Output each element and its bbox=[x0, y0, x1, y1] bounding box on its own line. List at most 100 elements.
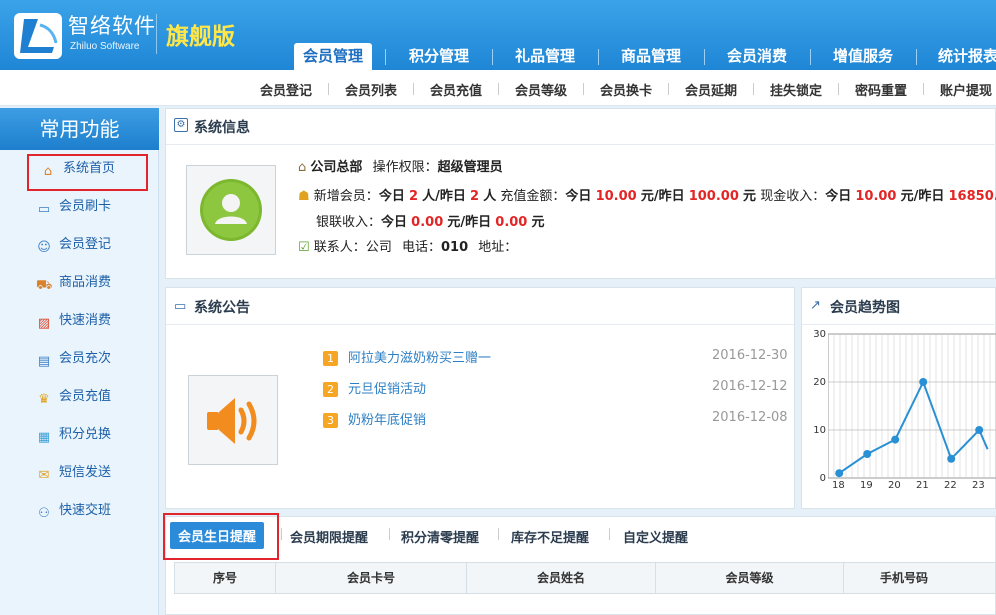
subnav-member-register[interactable]: 会员登记 bbox=[260, 80, 312, 99]
announcement-title: 系统公告 bbox=[194, 300, 250, 316]
brand-name-en: Zhiluo Software bbox=[70, 41, 140, 52]
sidebar-item-label: 短信发送 bbox=[59, 465, 112, 480]
recharge-label: 充值金额： bbox=[500, 189, 566, 204]
trend-title: 会员趋势图 bbox=[830, 300, 900, 316]
unionpay-yesterday: 0.00 bbox=[495, 215, 528, 230]
sidebar-item-shift-handover[interactable]: ⚇ 快速交班 bbox=[36, 500, 111, 522]
sidebar-item-label: 商品消费 bbox=[59, 275, 112, 290]
announcement-date: 2016-12-08 bbox=[712, 410, 788, 425]
announcement-date: 2016-12-12 bbox=[712, 379, 788, 394]
announcement-date: 2016-12-30 bbox=[712, 348, 788, 363]
sidebar-title: 常用功能 bbox=[0, 108, 159, 150]
subnav-member-list[interactable]: 会员列表 bbox=[345, 80, 397, 99]
new-member-yesterday: 2 bbox=[470, 189, 480, 204]
cash-yesterday: 16850.00 bbox=[948, 189, 996, 204]
panel-divider bbox=[166, 144, 996, 145]
unionpay-label: 银联收入： bbox=[316, 215, 382, 230]
new-member-label: 新增会员： bbox=[313, 189, 379, 204]
column-header-card-no[interactable]: 会员卡号 bbox=[276, 562, 467, 594]
column-header-member-name[interactable]: 会员姓名 bbox=[467, 562, 656, 594]
sidebar-item-points-exchange[interactable]: ▦ 积分兑换 bbox=[36, 424, 111, 446]
store-name: 公司总部 bbox=[310, 160, 363, 175]
system-info-title: 系统信息 bbox=[194, 120, 250, 136]
tab-member-consumption[interactable]: 会员消费 bbox=[716, 43, 798, 70]
tab-low-stock-reminder[interactable]: 库存不足提醒 bbox=[511, 527, 589, 546]
number-badge: 1 bbox=[323, 351, 338, 366]
today-label: 今日 bbox=[378, 189, 405, 204]
y-tick-label: 30 bbox=[813, 329, 826, 340]
subnav-password-reset[interactable]: 密码重置 bbox=[855, 80, 907, 99]
tab-product-management[interactable]: 商品管理 bbox=[610, 43, 692, 70]
stats-line: ☗ 新增会员：今日 2 人/昨日 2 人 充值金额：今日 10.00 元/昨日 … bbox=[298, 185, 996, 204]
unionpay-line: 银联收入：今日 0.00 元/昨日 0.00 元 bbox=[316, 211, 545, 230]
contact-label: 联系人： bbox=[313, 240, 366, 255]
shift-icon: ⚇ bbox=[38, 506, 50, 521]
unit-label: 元 bbox=[531, 215, 545, 230]
logo-icon bbox=[14, 13, 62, 59]
sidebar-item-sms-send[interactable]: ✉ 短信发送 bbox=[36, 462, 111, 484]
subnav-member-level[interactable]: 会员等级 bbox=[515, 80, 567, 99]
trend-chart-icon: ↗ bbox=[810, 298, 821, 313]
announcement-item[interactable]: 1 阿拉美力滋奶粉买三赠一 bbox=[323, 347, 491, 366]
announcement-item[interactable]: 3 奶粉年底促销 bbox=[323, 409, 426, 428]
sidebar-item-product-consumption[interactable]: ⛟ 商品消费 bbox=[36, 272, 111, 294]
tab-value-added-services[interactable]: 增值服务 bbox=[822, 43, 904, 70]
today-label: 今日 bbox=[565, 189, 592, 204]
tab-separator bbox=[704, 49, 705, 65]
sidebar-item-label: 会员刷卡 bbox=[59, 199, 112, 214]
subnav-separator bbox=[923, 83, 924, 95]
tab-member-management[interactable]: 会员管理 bbox=[294, 43, 372, 70]
subnav-member-recharge[interactable]: 会员充值 bbox=[430, 80, 482, 99]
tab-gift-management[interactable]: 礼品管理 bbox=[504, 43, 586, 70]
y-tick-label: 20 bbox=[813, 377, 826, 388]
subnav-member-extend[interactable]: 会员延期 bbox=[685, 80, 737, 99]
data-point bbox=[863, 450, 872, 458]
sidebar-item-recharge-count[interactable]: ▤ 会员充次 bbox=[36, 348, 111, 370]
tab-separator bbox=[389, 528, 390, 540]
speaker-image bbox=[188, 375, 278, 465]
unit-label: 元/昨日 bbox=[447, 215, 492, 230]
data-point bbox=[919, 378, 928, 386]
tab-birthday-reminder[interactable]: 会员生日提醒 bbox=[170, 522, 265, 549]
sidebar-item-member-register[interactable]: ☺ 会员登记 bbox=[36, 234, 111, 256]
tab-points-clear-reminder[interactable]: 积分清零提醒 bbox=[401, 527, 479, 546]
number-badge: 3 bbox=[323, 413, 338, 428]
permission-label: 操作权限： bbox=[372, 160, 438, 175]
tab-separator bbox=[385, 49, 386, 65]
column-header-index[interactable]: 序号 bbox=[175, 562, 276, 594]
edition-label: 旗舰版 bbox=[166, 24, 235, 50]
checklist-icon: ☑ bbox=[298, 240, 310, 255]
sidebar-item-home[interactable]: ⌂ 系统首页 bbox=[40, 158, 115, 180]
tab-points-management[interactable]: 积分管理 bbox=[398, 43, 480, 70]
column-header-member-level[interactable]: 会员等级 bbox=[656, 562, 844, 594]
tab-term-reminder[interactable]: 会员期限提醒 bbox=[290, 527, 368, 546]
data-point bbox=[835, 469, 844, 478]
user-icon bbox=[200, 179, 262, 241]
tab-statistics-reports[interactable]: 统计报表 bbox=[928, 43, 996, 70]
data-point bbox=[891, 435, 900, 444]
subnav-account-withdraw[interactable]: 账户提现 bbox=[940, 80, 996, 99]
contact-line: ☑ 联系人：公司 电话：010 地址： bbox=[298, 236, 517, 255]
chart-icon: ▨ bbox=[37, 316, 51, 331]
sidebar-item-label: 会员登记 bbox=[59, 237, 112, 252]
subnav-loss-lock[interactable]: 挂失锁定 bbox=[770, 80, 822, 99]
sidebar-item-member-recharge[interactable]: ♛ 会员充值 bbox=[36, 386, 111, 408]
recharge-count-icon: ▤ bbox=[37, 354, 51, 369]
sidebar-item-quick-consumption[interactable]: ▨ 快速消费 bbox=[36, 310, 111, 332]
sidebar-item-card-swipe[interactable]: ▭ 会员刷卡 bbox=[36, 196, 111, 218]
gear-icon: ⚙ bbox=[174, 118, 188, 132]
brand-name: 智络软件 bbox=[68, 14, 156, 38]
unit-label: 元/昨日 bbox=[640, 189, 685, 204]
store-line: ⌂ 公司总部 操作权限：超级管理员 bbox=[298, 156, 503, 175]
member-register-icon: ☺ bbox=[37, 240, 51, 255]
announcement-item[interactable]: 2 元旦促销活动 bbox=[323, 378, 426, 397]
announcement-text: 阿拉美力滋奶粉买三赠一 bbox=[348, 351, 492, 366]
tab-custom-reminder[interactable]: 自定义提醒 bbox=[623, 527, 688, 546]
column-header-phone[interactable]: 手机号码 bbox=[844, 562, 996, 594]
subnav-card-change[interactable]: 会员换卡 bbox=[600, 80, 652, 99]
announcement-text: 元旦促销活动 bbox=[348, 382, 427, 397]
unionpay-today: 0.00 bbox=[411, 215, 444, 230]
user-avatar bbox=[186, 165, 276, 255]
sidebar-item-label: 快速交班 bbox=[59, 503, 112, 518]
speech-bubble-icon: ▭ bbox=[174, 299, 187, 314]
